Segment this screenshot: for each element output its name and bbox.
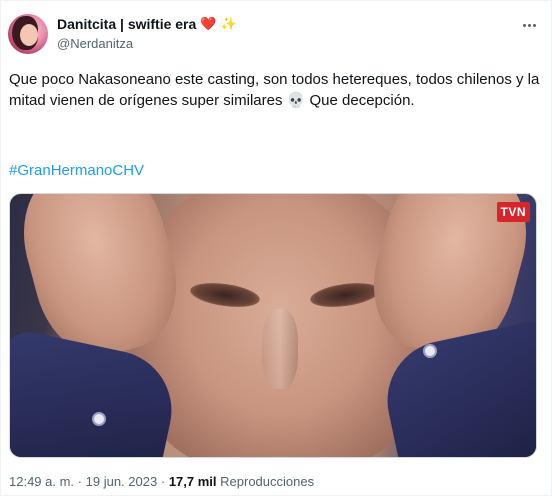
author-display-name[interactable]: Danitcita | swiftie era — [57, 16, 196, 32]
media-sleeve-button — [423, 344, 437, 358]
media-sleeve-button — [92, 412, 106, 426]
media-nose — [262, 309, 298, 389]
meta-separator: · — [160, 474, 166, 489]
tweet-text: Que poco Nakasoneano este casting, son t… — [9, 70, 545, 111]
skull-icon: 💀 — [286, 91, 306, 109]
more-options-icon[interactable] — [519, 15, 539, 35]
views-count: 17,7 mil — [168, 474, 217, 489]
tweet-text-main: Que poco Nakasoneano este casting, son t… — [9, 71, 540, 109]
tweet-date[interactable]: 19 jun. 2023 — [86, 474, 158, 489]
tweet-card: Danitcita | swiftie era ❤️ ✨ @Nerdanitza… — [0, 0, 552, 496]
heart-icon: ❤️ — [200, 16, 217, 32]
sparkles-icon: ✨ — [220, 16, 237, 32]
hashtag-link[interactable]: #GranHermanoCHV — [9, 162, 144, 179]
profile-avatar[interactable] — [8, 14, 48, 54]
views-label: Reproducciones — [220, 474, 315, 489]
tweet-meta: 12:49 a. m. · 19 jun. 2023 · 17,7 mil Re… — [9, 474, 314, 489]
author-handle[interactable]: @Nerdanitza — [57, 36, 133, 51]
meta-separator: · — [77, 474, 83, 489]
media-eye-right — [308, 279, 382, 311]
tweet-media-image[interactable]: TVN — [9, 193, 537, 458]
tweet-time[interactable]: 12:49 a. m. — [9, 474, 74, 489]
author-name-row[interactable]: Danitcita | swiftie era ❤️ ✨ — [57, 16, 237, 32]
tweet-text-end: Que decepción. — [309, 92, 415, 109]
media-eye-left — [188, 279, 262, 311]
tvn-watermark-logo: TVN — [496, 202, 530, 222]
more-dot — [522, 23, 526, 27]
more-dot — [527, 23, 531, 27]
avatar-face — [20, 24, 38, 46]
more-dot — [532, 23, 536, 27]
